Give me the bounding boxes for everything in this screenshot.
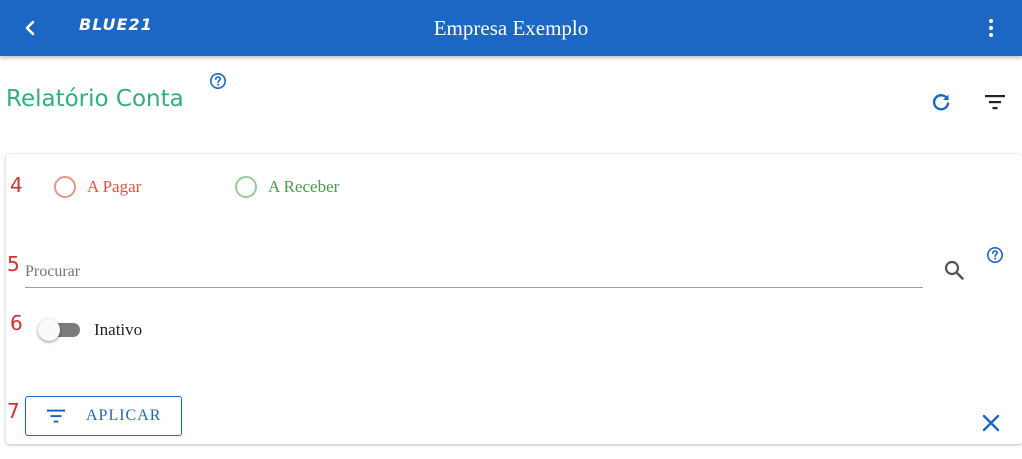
top-app-bar: BLUE21 Empresa Exemplo	[0, 0, 1022, 56]
more-menu-button[interactable]	[979, 16, 1003, 40]
help-icon[interactable]	[986, 246, 1004, 264]
page-title: Relatório Conta	[6, 86, 184, 112]
radio-a-pagar[interactable]: A Pagar	[54, 175, 141, 199]
back-button[interactable]	[18, 16, 42, 40]
filter-button[interactable]	[983, 90, 1007, 114]
search-icon	[944, 260, 964, 280]
radio-circle[interactable]	[54, 176, 76, 198]
more-vertical-icon	[989, 19, 993, 37]
close-icon	[982, 414, 1000, 432]
step-marker-6: 6	[10, 311, 23, 335]
step-marker-4: 4	[10, 173, 23, 197]
search-input[interactable]	[25, 256, 923, 288]
apply-button[interactable]: APLICAR	[25, 396, 182, 436]
step-marker-5: 5	[7, 252, 20, 276]
brand-logo: BLUE21	[79, 15, 153, 34]
refresh-button[interactable]	[929, 90, 953, 114]
inactive-toggle[interactable]	[38, 319, 82, 341]
help-icon[interactable]	[209, 72, 227, 90]
chevron-left-icon	[25, 20, 35, 36]
radio-label: A Pagar	[87, 177, 142, 196]
close-button[interactable]	[979, 411, 1003, 435]
filter-icon	[46, 409, 66, 423]
inactive-label: Inativo	[94, 320, 143, 339]
radio-label: A Receber	[268, 177, 340, 196]
step-marker-7: 7	[7, 399, 20, 423]
filter-icon	[985, 95, 1005, 110]
search-button[interactable]	[942, 258, 966, 282]
company-title: Empresa Exemplo	[433, 16, 589, 40]
radio-a-receber[interactable]: A Receber	[235, 175, 339, 199]
radio-circle[interactable]	[235, 176, 257, 198]
apply-button-label: APLICAR	[86, 407, 162, 424]
toggle-thumb[interactable]	[38, 319, 60, 341]
refresh-icon	[932, 94, 950, 111]
